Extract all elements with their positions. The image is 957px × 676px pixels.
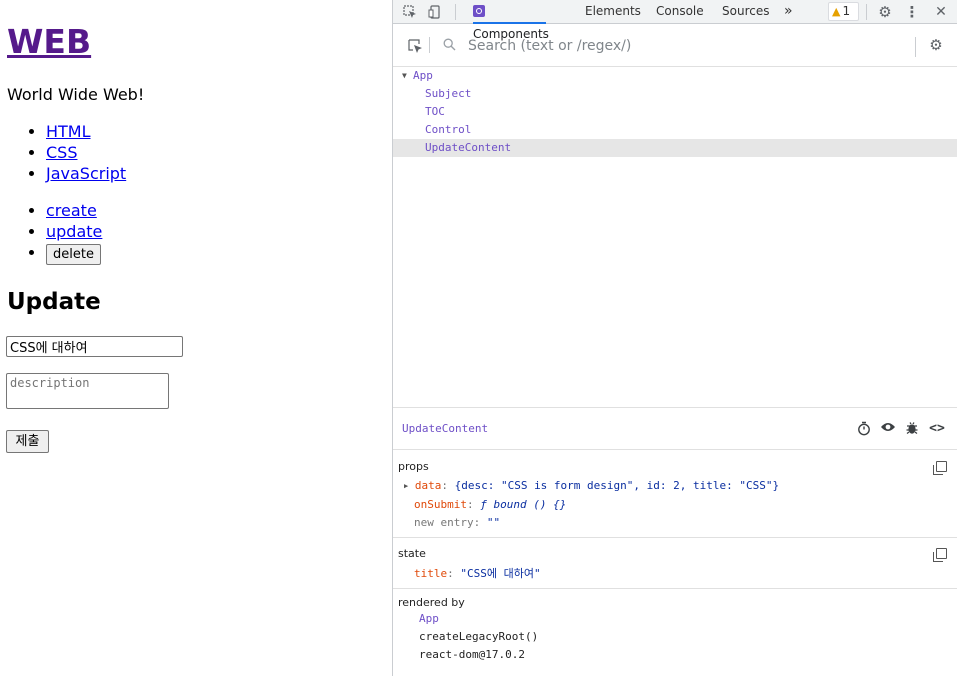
search-input[interactable] [466,37,826,55]
prop-colon: : [447,567,461,580]
new-entry-value: "" [486,516,501,529]
caret-right-icon[interactable]: ▶ [404,482,408,490]
state-value: "CSS에 대하여" [460,567,541,580]
toc-link-css[interactable]: CSS [46,143,77,162]
tree-row-label: Control [425,123,472,136]
tab-components[interactable]: Components [473,0,549,41]
toc-item: CSS [46,142,126,163]
rendered-by-item: react-dom@17.0.2 [419,648,525,661]
state-key: title [414,567,448,580]
caret-down-icon[interactable]: ▼ [402,67,407,85]
search-icon [443,36,456,55]
tree-row-updatecontent[interactable]: UpdateContent [393,139,957,157]
control-item: create [46,200,102,221]
prop-colon: : [441,479,455,492]
rendered-by-item: createLegacyRoot() [419,630,539,643]
copy-state-icon[interactable] [933,548,947,562]
tree-row-app[interactable]: ▼ App [393,67,957,85]
tree-row-toc[interactable]: TOC [393,103,957,121]
devtools-panel: Components Elements Console Sources » ▲ 1… [392,0,957,676]
create-link[interactable]: create [46,201,97,220]
more-tabs-button[interactable]: » [784,0,793,24]
toc-item: HTML [46,121,126,142]
tree-row-label: UpdateContent [425,141,512,154]
delete-button[interactable]: delete [46,244,101,265]
devtools-tabbar: Components Elements Console Sources » ▲ 1… [393,0,957,41]
search-divider [429,37,430,53]
toc-item: JavaScript [46,163,126,184]
warning-count: 1 [842,4,851,18]
tree-row-control[interactable]: Control [393,121,957,139]
toc-link-html[interactable]: HTML [46,122,91,141]
tree-row-label: Subject [425,87,472,100]
toc-list: HTML CSS JavaScript [46,121,126,184]
section-divider [393,537,957,538]
new-entry-label: new entry [414,516,474,529]
update-link[interactable]: update [46,222,102,241]
new-entry-row[interactable]: new entry: "" [414,516,500,530]
component-inspector: UpdateContent <> props ▶ data: {desc: "C… [393,407,957,676]
state-section-title: state [398,547,426,560]
title-input[interactable] [6,336,183,357]
prop-colon: : [466,498,481,511]
tab-console[interactable]: Console [656,0,704,24]
component-settings-gear-icon[interactable]: ⚙ [926,35,946,55]
form-heading: Update [7,289,101,315]
description-textarea[interactable] [6,373,169,409]
prop-data-row[interactable]: ▶ data: {desc: "CSS is form design", id:… [404,479,779,493]
submit-button[interactable]: 제출 [6,430,49,453]
prop-colon: : [473,516,487,529]
selected-component-name: UpdateContent [402,422,489,435]
bug-icon[interactable] [904,421,920,437]
more-options-icon[interactable]: ⋮ [902,2,922,22]
prop-key: data [414,479,442,492]
react-components-icon [473,5,485,17]
stopwatch-icon[interactable] [856,421,872,437]
components-search-bar: ⚙ [393,25,957,67]
props-section-title: props [398,460,429,473]
prop-onsubmit-row[interactable]: onSubmit: ƒ bound () {} [414,498,566,512]
tree-row-label: TOC [425,105,445,118]
warnings-badge[interactable]: ▲ 1 [828,2,859,21]
inspector-header: UpdateContent <> [393,408,957,450]
device-toolbar-icon[interactable] [425,2,445,22]
settings-gear-icon[interactable]: ⚙ [875,2,895,22]
toc-link-javascript[interactable]: JavaScript [46,164,126,183]
toolbar-divider [866,4,867,20]
tab-sources[interactable]: Sources [722,0,769,24]
control-item: delete [46,242,102,265]
control-item: update [46,221,102,242]
select-component-icon[interactable] [405,36,425,56]
component-tree: ▼ App Subject TOC Control UpdateContent [393,67,957,407]
copy-props-icon[interactable] [933,461,947,475]
prop-value: {desc: "CSS is form design", id: 2, titl… [454,479,780,492]
warning-icon: ▲ [832,5,841,18]
prop-value: ƒ bound () {} [480,498,567,511]
tree-row-subject[interactable]: Subject [393,85,957,103]
view-source-icon[interactable]: <> [929,421,945,437]
site-heading: WEB [7,22,91,62]
rendered-by-app-link[interactable]: App [419,612,439,626]
control-list: create update delete [46,200,102,265]
rendered-by-title: rendered by [398,596,465,609]
rendered-page: WEB World Wide Web! HTML CSS JavaScript … [0,0,392,676]
inspect-element-icon[interactable] [400,2,420,22]
tree-row-label: App [413,69,433,82]
prop-key: onSubmit [414,498,467,511]
site-intro: World Wide Web! [7,85,145,104]
tab-elements[interactable]: Elements [585,0,641,24]
toolbar-divider [455,4,456,20]
eye-icon[interactable] [880,421,896,437]
search-divider [915,37,916,57]
home-link[interactable]: WEB [7,22,91,61]
state-title-row[interactable]: title: "CSS에 대하여" [414,567,541,581]
close-devtools-icon[interactable]: ✕ [931,2,951,22]
section-divider [393,588,957,589]
